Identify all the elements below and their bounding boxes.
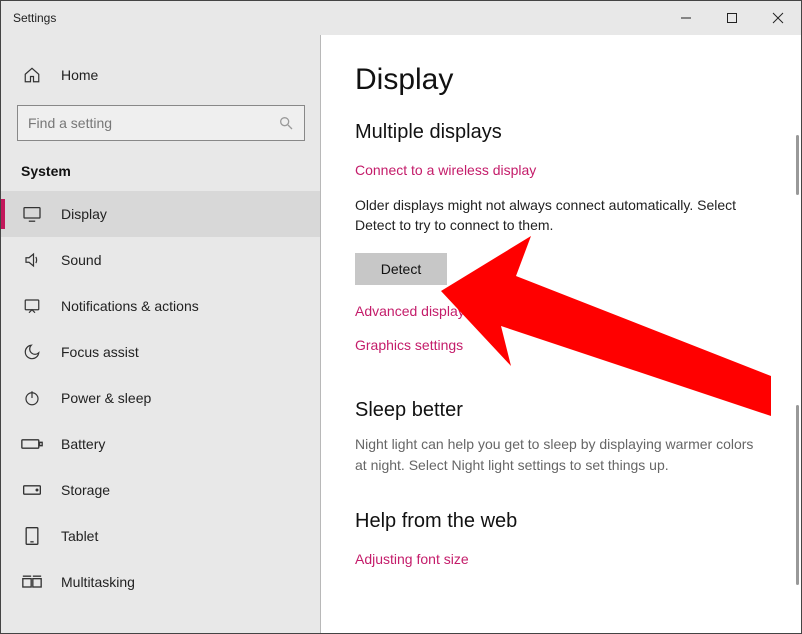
sidebar-item-label: Tablet [61,528,98,544]
sidebar-item-power[interactable]: Power & sleep [1,375,321,421]
sidebar-item-label: Display [61,206,107,222]
content-pane: Display Multiple displays Connect to a w… [321,35,801,633]
titlebar: Settings [1,1,801,35]
sidebar-item-tablet[interactable]: Tablet [1,513,321,559]
multitasking-icon [21,571,43,593]
minimize-button[interactable] [663,1,709,35]
monitor-icon [21,203,43,225]
sidebar-item-label: Sound [61,252,101,268]
section-sleep-better: Sleep better [355,399,767,422]
home-nav[interactable]: Home [1,53,321,97]
sidebar-item-label: Battery [61,436,105,452]
sidebar-item-sound[interactable]: Sound [1,237,321,283]
sidebar-item-label: Multitasking [61,574,135,590]
search-field[interactable] [28,115,278,131]
sidebar-item-label: Storage [61,482,110,498]
home-label: Home [61,67,98,83]
link-wireless-display[interactable]: Connect to a wireless display [355,162,767,178]
sidebar-item-notifications[interactable]: Notifications & actions [1,283,321,329]
sleep-text: Night light can help you get to sleep by… [355,434,767,476]
sidebar-item-label: Power & sleep [61,390,151,406]
notifications-icon [21,295,43,317]
sidebar: Home System Display Sound Notifications … [1,35,321,633]
sound-icon [21,249,43,271]
sidebar-item-multitasking[interactable]: Multitasking [1,559,321,605]
tablet-icon [21,525,43,547]
link-advanced-display[interactable]: Advanced display settings [355,303,767,319]
maximize-button[interactable] [709,1,755,35]
page-title: Display [355,63,767,97]
sidebar-item-focus[interactable]: Focus assist [1,329,321,375]
search-input[interactable] [17,105,305,141]
window-title: Settings [13,11,56,25]
section-multiple-displays: Multiple displays [355,121,767,144]
older-displays-text: Older displays might not always connect … [355,196,767,235]
section-help-web: Help from the web [355,510,767,533]
link-adjusting-font[interactable]: Adjusting font size [355,551,767,567]
scrollbar[interactable] [796,405,799,585]
storage-icon [21,479,43,501]
sidebar-item-storage[interactable]: Storage [1,467,321,513]
search-icon [278,115,294,131]
sidebar-item-label: Focus assist [61,344,139,360]
window-controls [663,1,801,35]
power-icon [21,387,43,409]
home-icon [21,64,43,86]
detect-button[interactable]: Detect [355,253,447,285]
link-graphics-settings[interactable]: Graphics settings [355,337,767,353]
sidebar-item-label: Notifications & actions [61,298,199,314]
nav-list: Display Sound Notifications & actions Fo… [1,191,321,605]
active-indicator [1,199,5,229]
sidebar-item-display[interactable]: Display [1,191,321,237]
battery-icon [21,433,43,455]
close-button[interactable] [755,1,801,35]
group-label: System [1,141,321,191]
moon-icon [21,341,43,363]
scrollbar[interactable] [796,135,799,195]
sidebar-item-battery[interactable]: Battery [1,421,321,467]
